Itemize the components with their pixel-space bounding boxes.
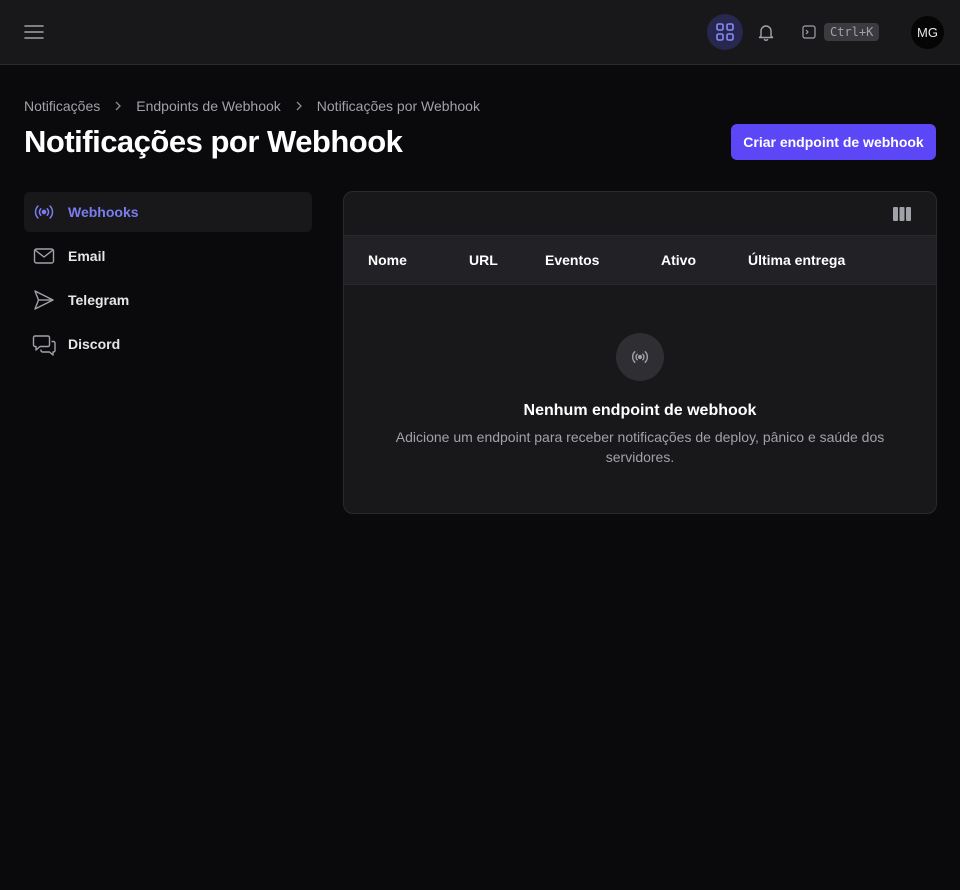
sidebar-item-telegram[interactable]: Telegram <box>24 280 312 320</box>
empty-state-description: Adicione um endpoint para receber notifi… <box>395 429 885 465</box>
webhook-endpoints-table: Nome URL Eventos Ativo Última entrega Ne… <box>343 191 937 514</box>
bell-icon <box>756 22 776 42</box>
breadcrumb-item-current[interactable]: Notificações por Webhook <box>317 98 480 114</box>
user-avatar[interactable]: MG <box>911 16 944 49</box>
breadcrumb: Notificações Endpoints de Webhook Notifi… <box>24 97 480 115</box>
terminal-icon <box>802 25 816 39</box>
top-bar: Ctrl+K MG <box>0 0 960 65</box>
sidebar-item-webhooks[interactable]: Webhooks <box>24 192 312 232</box>
webhook-broadcast-icon <box>32 200 56 224</box>
chat-bubbles-icon <box>32 332 56 356</box>
hamburger-icon[interactable] <box>20 18 48 46</box>
mail-icon <box>32 244 56 268</box>
empty-state: Nenhum endpoint de webhook Adicione um e… <box>344 333 936 467</box>
sidebar-item-discord[interactable]: Discord <box>24 324 312 364</box>
sidebar-item-label: Discord <box>68 336 121 352</box>
create-webhook-endpoint-button[interactable]: Criar endpoint de webhook <box>731 124 936 160</box>
column-header-name[interactable]: Nome <box>368 252 407 268</box>
column-header-last-delivery[interactable]: Última entrega <box>748 252 845 268</box>
column-header-active[interactable]: Ativo <box>661 252 696 268</box>
sidebar-item-label: Webhooks <box>68 204 139 220</box>
sidebar-item-email[interactable]: Email <box>24 236 312 276</box>
columns-icon[interactable] <box>892 206 912 222</box>
send-icon <box>32 288 56 312</box>
column-header-url[interactable]: URL <box>469 252 498 268</box>
table-toolbar <box>344 192 936 236</box>
webhook-broadcast-icon <box>616 333 664 381</box>
command-palette-button[interactable]: Ctrl+K <box>802 20 880 44</box>
table-header: Nome URL Eventos Ativo Última entrega <box>344 236 936 285</box>
breadcrumb-item-webhook-endpoints[interactable]: Endpoints de Webhook <box>136 98 281 114</box>
apps-button[interactable] <box>707 14 743 50</box>
column-header-events[interactable]: Eventos <box>545 252 599 268</box>
sidebar-item-label: Email <box>68 248 106 264</box>
chevron-right-icon <box>100 101 136 111</box>
sidebar-item-label: Telegram <box>68 292 130 308</box>
page-title: Notificações por Webhook <box>24 124 403 159</box>
empty-state-title: Nenhum endpoint de webhook <box>523 402 757 419</box>
shortcut-hint: Ctrl+K <box>824 23 880 41</box>
notifications-button[interactable] <box>752 18 780 46</box>
notification-channels-sidebar: Webhooks Email Telegram Discord <box>24 192 312 368</box>
breadcrumb-item-notifications[interactable]: Notificações <box>24 98 100 114</box>
grid-icon <box>715 22 735 42</box>
chevron-right-icon <box>281 101 317 111</box>
